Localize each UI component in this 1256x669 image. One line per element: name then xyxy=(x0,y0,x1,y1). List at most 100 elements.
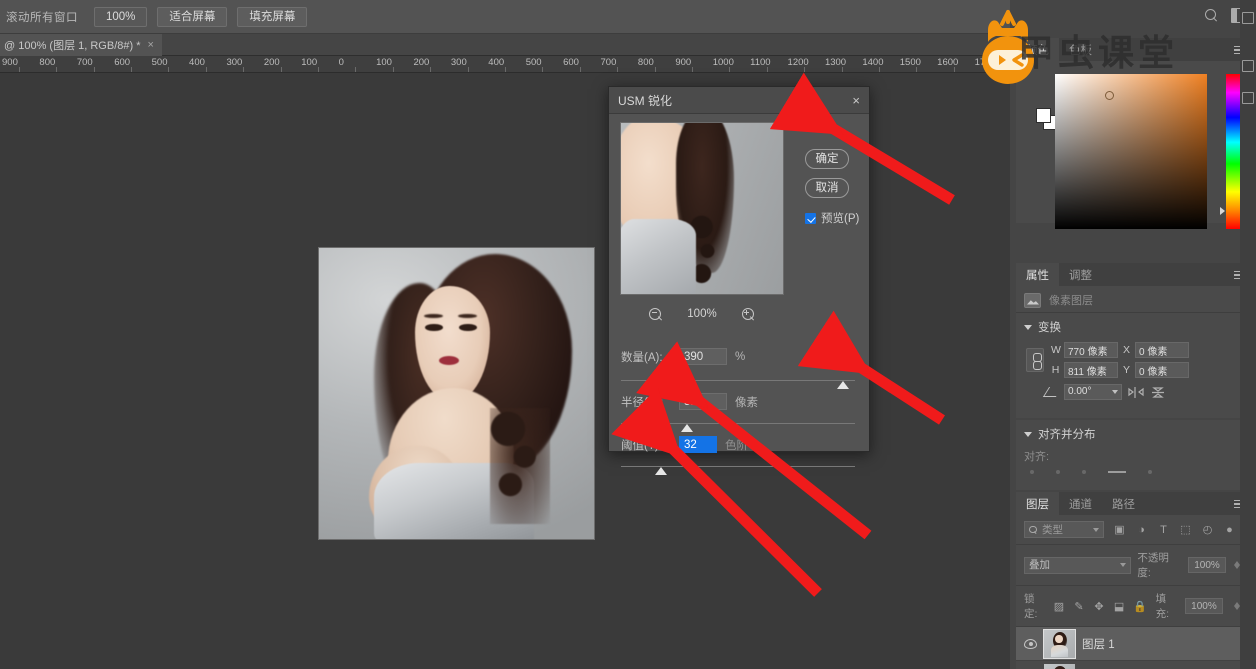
zoom-in-icon[interactable] xyxy=(741,307,755,321)
preview-checkbox-row[interactable]: 预览(P) xyxy=(805,210,859,226)
ruler-tick: 100 xyxy=(301,57,318,68)
usm-sharpen-dialog[interactable]: USM 锐化 × 100% 数量(A): 390 % 半径(R): 5.3 像素… xyxy=(608,86,870,475)
tab-channels[interactable]: 通道 xyxy=(1059,492,1102,515)
dialog-titlebar[interactable]: USM 锐化 × xyxy=(609,87,869,114)
preview-checkbox[interactable] xyxy=(805,212,816,224)
link-dimensions-icon[interactable] xyxy=(1026,348,1044,372)
eye-icon[interactable] xyxy=(1024,638,1037,649)
height-input[interactable] xyxy=(1064,362,1118,378)
dialog-body: 100% 数量(A): % 半径(R): 像素 xyxy=(609,114,869,475)
filter-toggle-icon[interactable]: ● xyxy=(1223,523,1236,536)
align-bottom-icon[interactable] xyxy=(1148,470,1152,474)
chevron-down-icon[interactable] xyxy=(1024,324,1032,330)
amount-slider-knob[interactable] xyxy=(837,381,850,389)
fit-screen-button[interactable]: 适合屏幕 xyxy=(157,6,228,27)
angle-input[interactable]: 0.00° xyxy=(1064,384,1122,400)
preview-checkbox-label: 预览(P) xyxy=(821,213,860,225)
collapsed-panel-strip xyxy=(1240,0,1256,669)
search-icon[interactable] xyxy=(1204,8,1219,23)
tab-adjustments[interactable]: 调整 xyxy=(1059,263,1102,286)
threshold-row: 阈值(T): 色阶 xyxy=(621,436,748,453)
zoom-out-icon[interactable] xyxy=(649,307,662,321)
threshold-slider-knob[interactable] xyxy=(654,467,667,475)
tab-swatches[interactable]: 色板 xyxy=(1059,38,1102,61)
zoom-value-button[interactable]: 100% xyxy=(94,6,148,27)
dock-topbar xyxy=(1010,0,1256,30)
tab-paths[interactable]: 路径 xyxy=(1102,492,1145,515)
hue-marker[interactable] xyxy=(1220,207,1225,215)
angle-icon xyxy=(1046,387,1058,397)
filter-type-icon[interactable]: T xyxy=(1157,523,1170,536)
align-center-h-icon[interactable] xyxy=(1056,470,1060,474)
ruler-tick: 100 xyxy=(376,57,392,68)
chevron-down-icon[interactable] xyxy=(1024,431,1032,437)
amount-slider-track[interactable] xyxy=(621,380,855,389)
radius-slider-track[interactable] xyxy=(621,423,855,432)
filter-shape-icon[interactable]: ⬚ xyxy=(1179,523,1192,536)
panel-icon-2[interactable] xyxy=(1242,60,1254,72)
lock-transparent-pixels-icon[interactable]: ▨ xyxy=(1053,600,1064,613)
filter-adjustment-icon[interactable]: ◑ xyxy=(1135,523,1148,536)
ruler-minor-tick xyxy=(317,67,319,72)
radius-slider-knob[interactable] xyxy=(680,424,693,432)
filter-smart-object-icon[interactable]: ◴ xyxy=(1201,523,1214,536)
ruler-tick: 1400 xyxy=(862,57,884,68)
lock-all-icon[interactable]: 🔒 xyxy=(1133,600,1147,613)
x-input[interactable] xyxy=(1135,342,1189,358)
document-tab[interactable]: @ 100% (图层 1, RGB/8#) * × xyxy=(0,34,162,56)
artboard[interactable] xyxy=(318,247,595,540)
layer-thumbnail[interactable] xyxy=(1044,663,1075,669)
property-header: 像素图层 xyxy=(1016,286,1250,312)
ok-button[interactable]: 确定 xyxy=(805,149,849,169)
fill-input[interactable] xyxy=(1184,598,1223,614)
tab-color[interactable]: 颜色 xyxy=(1016,38,1059,61)
close-icon[interactable]: × xyxy=(148,39,154,51)
width-input[interactable] xyxy=(1064,342,1118,358)
amount-input[interactable] xyxy=(679,348,727,365)
y-input[interactable] xyxy=(1135,362,1189,378)
ruler-tick: 800 xyxy=(39,57,56,68)
threshold-slider-track[interactable] xyxy=(621,466,855,475)
layer-filter-select[interactable]: 类型 xyxy=(1024,521,1104,538)
align-left-icon[interactable] xyxy=(1030,470,1034,474)
tab-properties[interactable]: 属性 xyxy=(1016,263,1059,286)
lock-position-icon[interactable]: ✥ xyxy=(1093,600,1104,613)
ruler-minor-tick xyxy=(280,67,282,72)
layer-row-background[interactable]: 背景 xyxy=(1016,661,1250,669)
layer-thumbnail[interactable] xyxy=(1043,628,1076,659)
color-panel-tabs: 颜色 色板 xyxy=(1016,38,1250,61)
properties-panel: 属性 调整 像素图层 变换 W 770 像素 X 0 像素 H 811 像素 Y… xyxy=(1016,263,1250,418)
transform-title-row[interactable]: 变换 xyxy=(1024,319,1242,335)
flip-vertical-icon[interactable] xyxy=(1150,386,1166,399)
layer-filter-toolbar: 类型 ▣ ◑ T ⬚ ◴ ● xyxy=(1016,515,1250,545)
radius-row: 半径(R): 像素 xyxy=(621,393,758,410)
properties-panel-tabs: 属性 调整 xyxy=(1016,263,1250,286)
foreground-swatch[interactable] xyxy=(1036,108,1051,123)
opacity-input[interactable] xyxy=(1188,557,1226,573)
align-top-icon[interactable] xyxy=(1108,471,1126,473)
lock-artboard-icon[interactable]: ⬓ xyxy=(1114,600,1125,613)
ruler-tick: 200 xyxy=(413,57,430,68)
panel-icon-1[interactable] xyxy=(1242,12,1254,24)
filter-pixel-icon[interactable]: ▣ xyxy=(1113,523,1126,536)
layer-row-1[interactable]: 图层 1 xyxy=(1016,627,1250,661)
cancel-button[interactable]: 取消 xyxy=(805,178,849,198)
threshold-input[interactable] xyxy=(679,436,717,453)
color-picker-marker[interactable] xyxy=(1105,91,1114,100)
ruler-minor-tick xyxy=(355,67,357,72)
close-icon[interactable]: × xyxy=(849,93,863,108)
lock-image-pixels-icon[interactable]: ✎ xyxy=(1073,600,1084,613)
flip-horizontal-icon[interactable] xyxy=(1128,386,1144,399)
fill-screen-button[interactable]: 填充屏幕 xyxy=(237,6,308,27)
color-field[interactable] xyxy=(1055,74,1207,229)
preview-thumbnail[interactable] xyxy=(620,122,784,295)
align-title-row[interactable]: 对齐并分布 xyxy=(1024,426,1242,442)
tab-layers[interactable]: 图层 xyxy=(1016,492,1059,515)
blend-mode-select[interactable]: 叠加 xyxy=(1024,556,1132,574)
ruler-minor-tick xyxy=(692,67,694,72)
search-icon xyxy=(1029,525,1037,534)
align-right-icon[interactable] xyxy=(1082,470,1086,474)
ruler-tick: 300 xyxy=(226,57,243,68)
radius-input[interactable] xyxy=(679,393,727,410)
panel-icon-3[interactable] xyxy=(1242,92,1254,104)
